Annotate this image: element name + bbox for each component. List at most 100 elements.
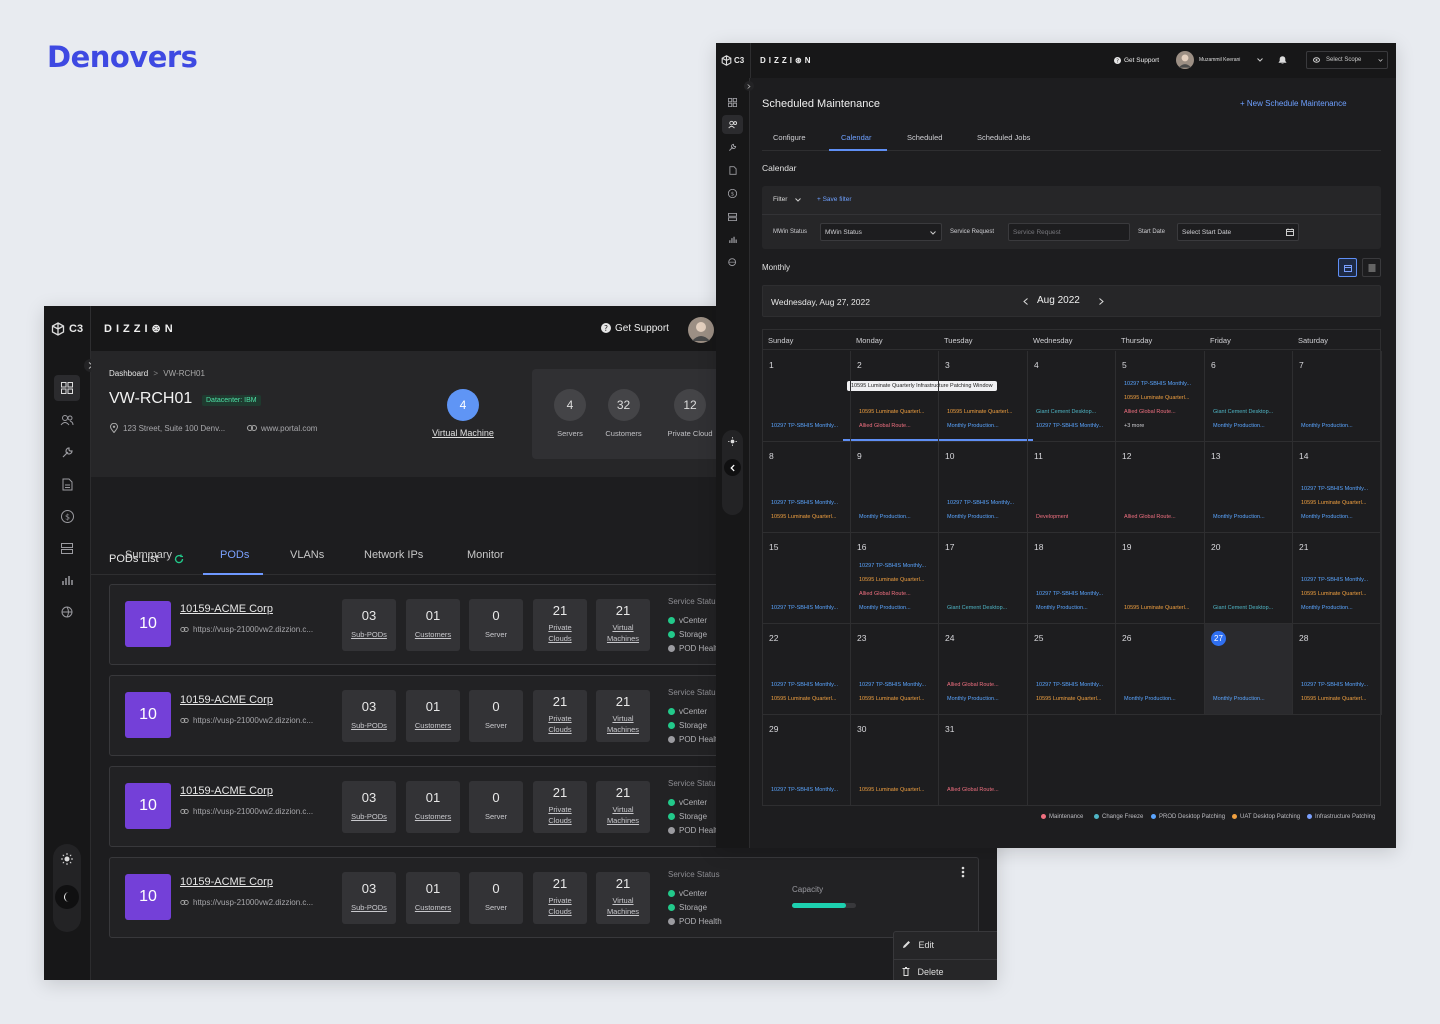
- calendar-day-cell[interactable]: 6 Giant Cement Desktop... Monthly Producti…: [1205, 351, 1293, 442]
- calendar-event[interactable]: 10297 TP-SBHIS Monthly...: [771, 500, 838, 506]
- calendar-event[interactable]: Giant Cement Desktop...: [1213, 409, 1273, 415]
- subpods-stat[interactable]: 03 Sub-PODs: [342, 690, 396, 742]
- calendar-day-cell[interactable]: 31 Allied Global Route...: [939, 715, 1028, 806]
- pod-name-link[interactable]: 10159-ACME Corp: [180, 603, 273, 615]
- private-clouds-stat[interactable]: 21 Private Clouds: [533, 781, 587, 833]
- calendar-event[interactable]: Monthly Production...: [947, 423, 999, 429]
- tab-scheduled[interactable]: Scheduled: [907, 133, 942, 142]
- bell-icon[interactable]: [1278, 55, 1287, 65]
- calendar-event[interactable]: 10297 TP-SBHIS Monthly...: [1036, 682, 1103, 688]
- calendar-event[interactable]: Monthly Production...: [1036, 605, 1088, 611]
- sidebar-item-dashboard[interactable]: [54, 375, 80, 401]
- calendar-event[interactable]: Allied Global Route...: [1124, 514, 1176, 520]
- calendar-event[interactable]: Monthly Production...: [1213, 423, 1265, 429]
- calendar-day-cell[interactable]: 26 Monthly Production...: [1116, 624, 1205, 715]
- calendar-event[interactable]: Giant Cement Desktop...: [947, 605, 1007, 611]
- calendar-event[interactable]: 10297 TP-SBHIS Monthly...: [859, 682, 926, 688]
- tab-configure[interactable]: Configure: [773, 133, 806, 142]
- subpods-stat[interactable]: 03 Sub-PODs: [342, 872, 396, 924]
- calendar-event[interactable]: 10595 Luminate Quarterl...: [1301, 591, 1366, 597]
- breadcrumb-dashboard[interactable]: Dashboard: [109, 369, 148, 378]
- dark-theme-button[interactable]: [55, 885, 79, 909]
- calendar-event[interactable]: 10595 Luminate Quarterl...: [859, 787, 924, 793]
- calendar-day-cell[interactable]: 18 10297 TP-SBHIS Monthly... Monthly Produ…: [1028, 533, 1116, 624]
- tab-network-ips[interactable]: Network IPs: [364, 549, 423, 561]
- pod-name-link[interactable]: 10159-ACME Corp: [180, 876, 273, 888]
- calendar-event[interactable]: 10297 TP-SBHIS Monthly...: [1301, 682, 1368, 688]
- calendar-day-cell[interactable]: 23 10297 TP-SBHIS Monthly... 10595 Luminat…: [851, 624, 939, 715]
- calendar-event[interactable]: 10297 TP-SBHIS Monthly...: [771, 682, 838, 688]
- tab-calendar[interactable]: Calendar: [841, 133, 871, 142]
- calendar-view-button[interactable]: [1338, 258, 1357, 277]
- virtual-machines-stat[interactable]: 21 Virtual Machines: [596, 690, 650, 742]
- calendar-event[interactable]: 10595 Luminate Quarterl...: [771, 696, 836, 702]
- calendar-event[interactable]: Monthly Production...: [1213, 514, 1265, 520]
- next-month-button[interactable]: [1099, 298, 1104, 305]
- calendar-day-cell[interactable]: 13 Monthly Production...: [1205, 442, 1293, 533]
- save-filter-button[interactable]: + Save filter: [817, 196, 852, 203]
- calendar-day-cell[interactable]: 10 10297 TP-SBHIS Monthly... Monthly Produ…: [939, 442, 1028, 533]
- sidebar-item-security[interactable]: [54, 599, 80, 625]
- calendar-day-cell[interactable]: 2 10595 Luminate Quarterl... Allied Global…: [851, 351, 939, 442]
- calendar-event[interactable]: Allied Global Route...: [1124, 409, 1176, 415]
- calendar-event[interactable]: Monthly Production...: [1301, 423, 1353, 429]
- more-vertical-icon[interactable]: [961, 866, 965, 878]
- new-schedule-button[interactable]: + New Schedule Maintenance: [1240, 99, 1347, 108]
- website-link[interactable]: www.portal.com: [261, 424, 317, 433]
- virtual-machines-stat[interactable]: 21 Virtual Machines: [596, 872, 650, 924]
- get-support-link[interactable]: Get Support: [1124, 57, 1159, 64]
- calendar-event[interactable]: Allied Global Route...: [947, 682, 999, 688]
- calendar-day-cell[interactable]: 17 Giant Cement Desktop...: [939, 533, 1028, 624]
- sidebar-item-billing[interactable]: $: [54, 503, 80, 529]
- calendar-event[interactable]: 10595 Luminate Quarterl...: [859, 696, 924, 702]
- calendar-event[interactable]: 10595 Luminate Quarterl...: [1301, 696, 1366, 702]
- calendar-event[interactable]: Monthly Production...: [859, 605, 911, 611]
- sidebar-item-users[interactable]: [54, 407, 80, 433]
- calendar-event[interactable]: Monthly Production...: [947, 514, 999, 520]
- menu-item-edit[interactable]: Edit: [902, 940, 934, 950]
- light-theme-button[interactable]: [724, 433, 741, 450]
- calendar-event[interactable]: 10595 Luminate Quarterl...: [771, 514, 836, 520]
- calendar-icon[interactable]: [1286, 228, 1294, 236]
- calendar-day-cell[interactable]: 12 Allied Global Route...: [1116, 442, 1205, 533]
- calendar-day-cell[interactable]: 1 10297 TP-SBHIS Monthly...: [763, 351, 851, 442]
- calendar-day-cell[interactable]: 11 Development: [1028, 442, 1116, 533]
- virtual-machines-stat[interactable]: 21 Virtual Machines: [596, 781, 650, 833]
- light-theme-button[interactable]: [56, 848, 78, 870]
- tab-monitor[interactable]: Monitor: [467, 549, 504, 561]
- avatar[interactable]: [688, 317, 714, 343]
- calendar-day-cell[interactable]: 24 Allied Global Route... Monthly Producti…: [939, 624, 1028, 715]
- sidebar-item-users[interactable]: [722, 115, 743, 134]
- menu-item-delete[interactable]: Delete: [902, 967, 944, 977]
- calendar-event[interactable]: 10595 Luminate Quarterl...: [859, 409, 924, 415]
- help-icon[interactable]: ?: [1114, 57, 1121, 64]
- calendar-event[interactable]: 10595 Luminate Quarterl...: [1036, 696, 1101, 702]
- calendar-event[interactable]: Monthly Production...: [1301, 514, 1353, 520]
- calendar-event[interactable]: 10595 Luminate Quarterl...: [1124, 395, 1189, 401]
- avatar[interactable]: [1176, 51, 1194, 69]
- tab-scheduled-jobs[interactable]: Scheduled Jobs: [977, 133, 1030, 142]
- calendar-event[interactable]: Allied Global Route...: [859, 591, 911, 597]
- calendar-day-cell[interactable]: 22 10297 TP-SBHIS Monthly... 10595 Luminat…: [763, 624, 851, 715]
- pod-name-link[interactable]: 10159-ACME Corp: [180, 694, 273, 706]
- calendar-event[interactable]: Giant Cement Desktop...: [1036, 409, 1096, 415]
- calendar-event[interactable]: 10297 TP-SBHIS Monthly...: [1036, 423, 1103, 429]
- calendar-event[interactable]: Monthly Production...: [947, 696, 999, 702]
- sidebar-item-security[interactable]: [722, 253, 743, 272]
- calendar-event[interactable]: 10595 Luminate Quarterl...: [1301, 500, 1366, 506]
- sidebar-item-billing[interactable]: $: [722, 184, 743, 203]
- calendar-event[interactable]: Allied Global Route...: [859, 423, 911, 429]
- calendar-day-cell[interactable]: 9 Monthly Production...: [851, 442, 939, 533]
- get-support-link[interactable]: Get Support: [615, 323, 669, 334]
- customers-stat[interactable]: 01 Customers: [406, 872, 460, 924]
- calendar-day-cell[interactable]: 5 10297 TP-SBHIS Monthly... 10595 Luminate…: [1116, 351, 1205, 442]
- sidebar-item-reports[interactable]: [54, 567, 80, 593]
- calendar-event[interactable]: 10595 Luminate Quarterl...: [1124, 605, 1189, 611]
- sidebar-item-reports[interactable]: [722, 230, 743, 249]
- calendar-day-cell[interactable]: 20 Giant Cement Desktop...: [1205, 533, 1293, 624]
- list-view-button[interactable]: [1362, 258, 1381, 277]
- chevron-down-icon[interactable]: [1257, 58, 1263, 62]
- calendar-event[interactable]: Allied Global Route...: [947, 787, 999, 793]
- calendar-day-cell[interactable]: 28 10297 TP-SBHIS Monthly... 10595 Luminat…: [1293, 624, 1382, 715]
- calendar-event[interactable]: 10297 TP-SBHIS Monthly...: [771, 605, 838, 611]
